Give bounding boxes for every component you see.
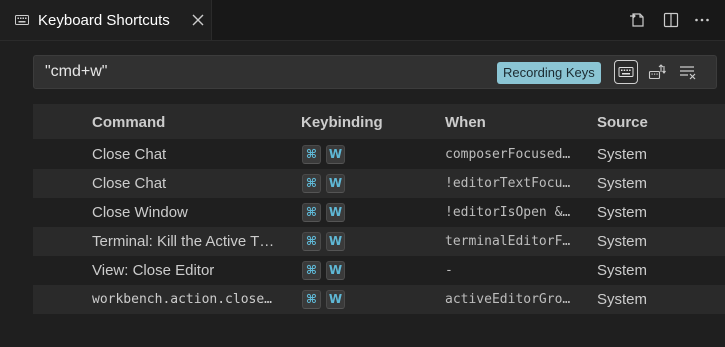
record-keys-toggle[interactable]: [614, 60, 638, 84]
recording-keys-badge: Recording Keys: [497, 62, 601, 84]
source-cell: System: [597, 146, 648, 163]
when-cell: terminalEditorF…: [445, 234, 571, 249]
command-cell: Terminal: Kill the Active T…: [92, 233, 275, 250]
key-cap: ⌘: [302, 261, 321, 280]
when-cell: !editorIsOpen &…: [445, 205, 571, 220]
editor-tab-bar: Keyboard Shortcuts: [0, 0, 725, 41]
key-cap: ⌘: [302, 290, 321, 309]
table-row[interactable]: Close Chat ⌘ W composerFocused… System: [33, 140, 725, 169]
keybinding-cell: ⌘ W: [302, 261, 345, 280]
key-cap: ⌘: [302, 174, 321, 193]
key-cap: W: [326, 232, 345, 251]
tab-keyboard-shortcuts[interactable]: Keyboard Shortcuts: [0, 0, 212, 40]
command-cell: View: Close Editor: [92, 262, 215, 279]
key-cap: ⌘: [302, 145, 321, 164]
keyboard-icon: [618, 67, 634, 77]
when-cell: activeEditorGro…: [445, 292, 571, 307]
table-row[interactable]: workbench.action.close… ⌘ W activeEditor…: [33, 285, 725, 314]
source-cell: System: [597, 291, 648, 308]
column-header-keybinding[interactable]: Keybinding: [301, 114, 383, 131]
split-editor-icon[interactable]: [662, 11, 680, 29]
keybinding-cell: ⌘ W: [302, 203, 345, 222]
table-row[interactable]: Close Chat ⌘ W !editorTextFocu… System: [33, 169, 725, 198]
keybinding-cell: ⌘ W: [302, 174, 345, 193]
keyboard-icon: [15, 15, 29, 25]
table-row[interactable]: Terminal: Kill the Active T… ⌘ W termina…: [33, 227, 725, 256]
keybinding-cell: ⌘ W: [302, 232, 345, 251]
command-cell: Close Chat: [92, 146, 167, 163]
table-row[interactable]: Close Window ⌘ W !editorIsOpen &… System: [33, 198, 725, 227]
key-cap: ⌘: [302, 203, 321, 222]
when-cell: composerFocused…: [445, 147, 571, 162]
keybinding-cell: ⌘ W: [302, 290, 345, 309]
key-cap: W: [326, 145, 345, 164]
when-cell: !editorTextFocu…: [445, 176, 571, 191]
column-header-when[interactable]: When: [445, 114, 486, 131]
search-value[interactable]: "cmd+w": [45, 63, 107, 81]
source-cell: System: [597, 262, 648, 279]
command-cell: Close Window: [92, 204, 188, 221]
key-cap: W: [326, 203, 345, 222]
key-cap: W: [326, 261, 345, 280]
key-cap: W: [326, 174, 345, 193]
command-cell: workbench.action.close…: [92, 292, 273, 307]
command-cell: Close Chat: [92, 175, 167, 192]
tab-title: Keyboard Shortcuts: [38, 12, 170, 29]
source-cell: System: [597, 175, 648, 192]
table-header: Command Keybinding When Source: [33, 104, 725, 139]
close-icon[interactable]: [191, 13, 205, 27]
column-header-source[interactable]: Source: [597, 114, 648, 131]
keybindings-search-input[interactable]: "cmd+w" Recording Keys: [33, 55, 717, 89]
more-actions-icon[interactable]: [693, 11, 711, 29]
keybinding-cell: ⌘ W: [302, 145, 345, 164]
source-cell: System: [597, 233, 648, 250]
sort-by-precedence-icon[interactable]: [647, 62, 667, 82]
when-cell: -: [445, 263, 453, 278]
table-row[interactable]: View: Close Editor ⌘ W - System: [33, 256, 725, 285]
clear-search-icon[interactable]: [678, 62, 698, 82]
open-json-icon[interactable]: [629, 11, 647, 29]
source-cell: System: [597, 204, 648, 221]
column-header-command[interactable]: Command: [92, 114, 165, 131]
key-cap: W: [326, 290, 345, 309]
key-cap: ⌘: [302, 232, 321, 251]
